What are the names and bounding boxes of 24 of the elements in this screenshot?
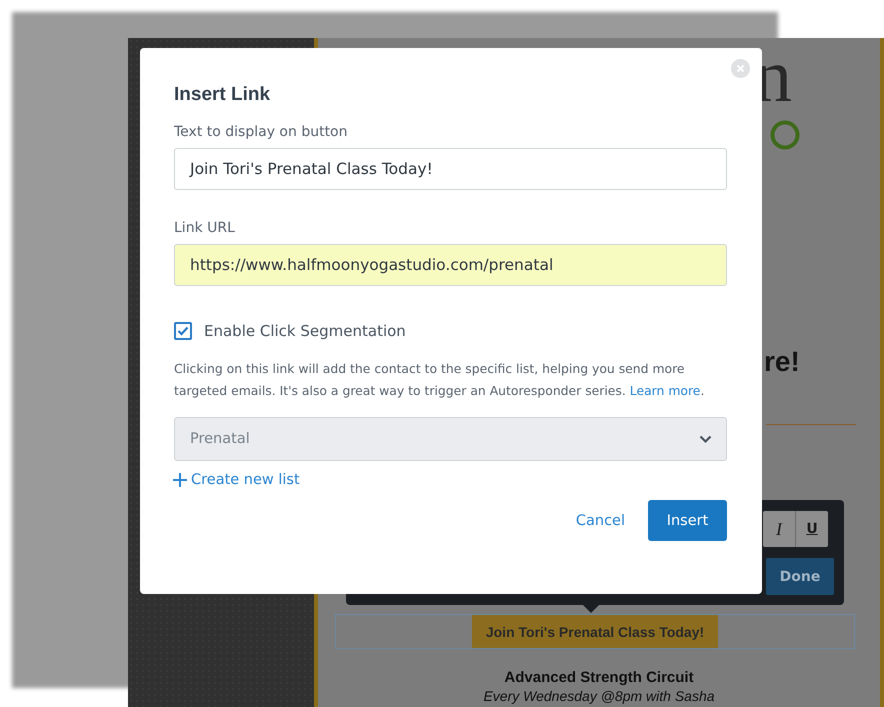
cancel-button[interactable]: Cancel <box>576 512 625 528</box>
check-icon <box>177 326 189 336</box>
insert-button[interactable]: Insert <box>648 500 727 541</box>
underline-button[interactable]: U <box>795 511 828 547</box>
url-field[interactable]: https://www.halfmoonyogastudio.com/prenatal <box>174 244 727 286</box>
class-schedule: Every Wednesday @8pm with Sasha <box>483 688 715 704</box>
plus-icon <box>173 473 187 487</box>
chevron-down-icon <box>699 434 712 444</box>
class-title: Advanced Strength Circuit <box>504 669 694 686</box>
field-label: Text to display on button <box>174 124 348 140</box>
italic-button[interactable]: I <box>763 511 795 547</box>
ring-icon <box>770 120 800 150</box>
dialog-title: Insert Link <box>174 84 272 106</box>
text-field[interactable]: Join Tori's Prenatal Class Today! <box>174 148 727 190</box>
create-list-link[interactable]: Create new list <box>173 472 300 488</box>
field-label: Link URL <box>174 220 236 236</box>
help-text: Clicking on this link will add the contact to the specific list, helping you send more targeted emails. It's also a great way to trigger an Autoresponder series. Learn more. <box>174 360 706 400</box>
checkbox[interactable] <box>174 322 192 340</box>
email-cta-button[interactable]: Join Tori's Prenatal Class Today! <box>472 615 718 648</box>
learn-more-link[interactable]: Learn more <box>630 383 700 398</box>
email-heading: re! <box>764 346 801 378</box>
checkbox-label: Enable Click Segmentation <box>204 322 406 340</box>
list-select[interactable]: Prenatal <box>174 417 727 461</box>
done-button[interactable]: Done <box>766 558 834 595</box>
